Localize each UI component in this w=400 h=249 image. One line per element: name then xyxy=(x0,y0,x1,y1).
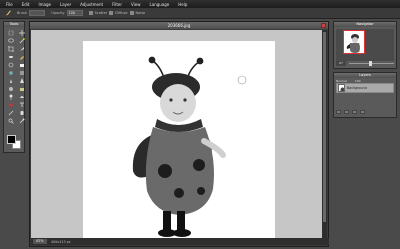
menu-edit[interactable]: Edit xyxy=(22,2,30,7)
document-title: 203666.jpg xyxy=(167,23,191,28)
scatter-label: Scatter xyxy=(94,11,108,15)
tool-options-bar: Brush Opacity 100 Scatter Diffuse Noise xyxy=(0,8,400,19)
layer-style-icon[interactable] xyxy=(352,110,357,114)
pen-icon[interactable] xyxy=(6,109,15,116)
noise-label: Noise xyxy=(135,11,146,15)
burn-icon[interactable] xyxy=(17,93,26,100)
redeye-icon[interactable] xyxy=(6,101,15,108)
navigator-zoom: 67 xyxy=(336,61,394,66)
new-layer-icon[interactable] xyxy=(336,110,341,114)
navigator-title: Navigator xyxy=(334,22,396,27)
blur-icon[interactable] xyxy=(6,85,15,92)
layer-thumbnail xyxy=(338,84,345,92)
layers-title: Layers xyxy=(334,73,396,78)
navigator-zoom-slider[interactable] xyxy=(349,61,394,66)
zoom-slider-knob[interactable] xyxy=(369,61,372,66)
menu-language[interactable]: Language xyxy=(150,2,170,7)
close-icon[interactable] xyxy=(321,23,326,28)
navigator-panel: Navigator 67 xyxy=(333,21,397,69)
menu-view[interactable]: View xyxy=(131,2,141,7)
clone-icon[interactable] xyxy=(6,61,15,68)
zoom-field[interactable]: 67% xyxy=(33,239,47,244)
opacity-label: Opacity xyxy=(51,11,65,15)
delete-layer-icon[interactable] xyxy=(360,110,365,114)
menu-bar: File Edit Image Layer Adjustment Filter … xyxy=(0,0,400,8)
ladybug-child-photo xyxy=(132,56,247,237)
layer-thumbnail-image xyxy=(340,87,344,91)
eraser-icon[interactable] xyxy=(17,61,26,68)
document-title-bar[interactable]: 203666.jpg xyxy=(30,22,328,29)
layer-name: Background xyxy=(347,86,367,90)
scrollbar-thumb[interactable] xyxy=(323,32,326,222)
bucket-icon[interactable] xyxy=(6,69,15,76)
menu-adjustment[interactable]: Adjustment xyxy=(80,2,103,7)
menu-filter[interactable]: Filter xyxy=(112,2,122,7)
current-tool-brush-icon[interactable] xyxy=(4,9,12,17)
wand-icon[interactable] xyxy=(17,37,26,44)
dodge-icon[interactable] xyxy=(6,93,15,100)
menu-help[interactable]: Help xyxy=(178,2,187,7)
tools-panel: Tools xyxy=(3,21,25,153)
sharpen-icon[interactable] xyxy=(17,77,26,84)
document-window: 203666.jpg 67% 400x413 px xyxy=(29,21,329,247)
slice-icon[interactable] xyxy=(17,45,26,52)
opacity-field[interactable]: 100 xyxy=(66,10,83,16)
zoom-icon[interactable] xyxy=(6,117,15,124)
image-dimensions: 400x413 px xyxy=(51,239,71,244)
layers-panel: Layers Normal 100 Background xyxy=(333,72,397,118)
brush-size-field[interactable] xyxy=(29,10,46,16)
crop-icon[interactable] xyxy=(6,45,15,52)
brush-icon[interactable] xyxy=(17,53,26,60)
marquee-icon[interactable] xyxy=(6,29,15,36)
document-status-bar: 67% 400x413 px xyxy=(31,238,329,245)
gradient-icon[interactable] xyxy=(17,69,26,76)
foreground-color-swatch[interactable] xyxy=(7,135,16,144)
menu-layer[interactable]: Layer xyxy=(60,2,71,7)
brush-label: Brush xyxy=(17,11,28,15)
canvas-image[interactable] xyxy=(83,41,275,239)
noise-checkbox[interactable] xyxy=(129,11,134,15)
hand-icon[interactable] xyxy=(17,109,26,116)
layer-row[interactable]: Background xyxy=(336,83,394,93)
eyedropper-icon[interactable] xyxy=(17,117,26,124)
text-icon[interactable] xyxy=(17,101,26,108)
navigator-preview[interactable] xyxy=(336,29,394,61)
smudge-icon[interactable] xyxy=(6,77,15,84)
layer-mask-icon[interactable] xyxy=(344,110,349,114)
canvas-area[interactable] xyxy=(31,30,323,239)
navigator-thumbnail[interactable] xyxy=(343,30,365,54)
navigator-zoom-field[interactable]: 67 xyxy=(336,61,346,66)
navigator-thumbnail-image xyxy=(346,34,360,53)
move-icon[interactable] xyxy=(17,29,26,36)
layer-actions xyxy=(336,110,365,115)
vertical-scrollbar[interactable] xyxy=(322,30,327,239)
menu-image[interactable]: Image xyxy=(38,2,51,7)
sponge-icon[interactable] xyxy=(17,85,26,92)
heal-icon[interactable] xyxy=(6,53,15,60)
menu-file[interactable]: File xyxy=(6,2,13,7)
scatter-checkbox[interactable] xyxy=(88,11,93,15)
tool-grid xyxy=(4,27,26,124)
diffuse-label: Diffuse xyxy=(115,11,128,15)
lasso-icon[interactable] xyxy=(6,37,15,44)
diffuse-checkbox[interactable] xyxy=(109,11,114,15)
